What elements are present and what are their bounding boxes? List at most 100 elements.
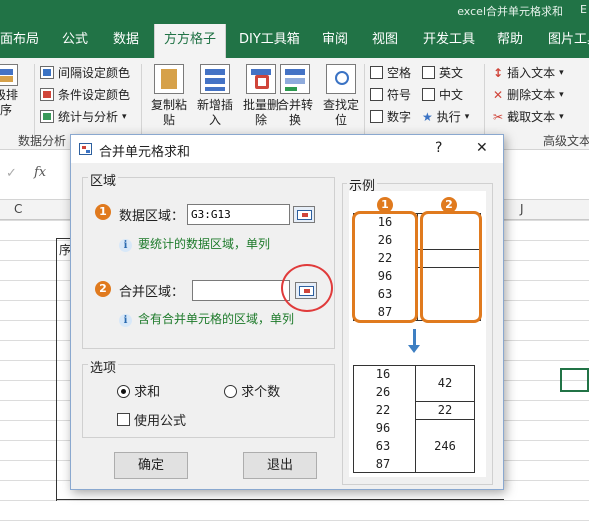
example-canvas: 16 26 22 96 63 87 1 2 16 26 22 96 63 87 … <box>349 191 486 477</box>
stats-analysis-button[interactable]: 统计与分析 ▾ <box>40 108 127 125</box>
chinese-checkbox[interactable] <box>422 88 435 101</box>
highlight-circle <box>281 264 333 312</box>
english-checkbox[interactable] <box>422 66 435 79</box>
step2-badge: 2 <box>95 281 111 297</box>
copy-paste-button[interactable]: 复制粘 贴 <box>146 64 192 128</box>
sum-radio-dot[interactable] <box>117 385 130 398</box>
options-legend: 选项 <box>88 357 119 376</box>
space-checkbox[interactable] <box>370 66 383 79</box>
extract-text-label: 截取文本 <box>507 110 556 124</box>
english-label: 英文 <box>439 66 464 80</box>
merge-convert-label-1: 合并转 <box>276 98 313 112</box>
example-value: 16 <box>375 367 391 381</box>
use-formula-box[interactable] <box>117 413 130 426</box>
sort-label-line1: 级排 <box>0 88 18 102</box>
count-radio-dot[interactable] <box>224 385 237 398</box>
copy-paste-label-2: 贴 <box>162 113 175 127</box>
ribbon-tabs: 面布局 公式 数据 方方格子 DIY工具箱 审阅 视图 开发工具 帮助 图片工具 <box>0 22 589 58</box>
delete-text-button[interactable]: ✕ 删除文本 ▾ <box>493 86 564 103</box>
arrow-head-icon <box>408 345 420 353</box>
cond-color-button[interactable]: 条件设定颜色 <box>40 86 130 103</box>
sort-button[interactable]: 级排 序 <box>0 64 24 118</box>
example-highlight-2 <box>420 211 482 323</box>
number-checkbox[interactable] <box>370 110 383 123</box>
example-highlight-1 <box>352 211 418 323</box>
tab-review[interactable]: 审阅 <box>322 22 348 58</box>
count-label: 求个数 <box>241 385 281 400</box>
check-mark-icon[interactable]: ✓ <box>6 166 17 181</box>
fx-icon[interactable]: fx <box>34 165 46 180</box>
tab-picture-tools[interactable]: 图片工具 <box>548 22 589 58</box>
find-locate-label-2: 位 <box>334 113 347 127</box>
interval-color-label: 间隔设定颜色 <box>58 66 131 80</box>
tab-formulas[interactable]: 公式 <box>62 22 88 58</box>
merge-region-hint-text: 含有合并单元格的区域，单列 <box>138 312 295 326</box>
interval-color-icon <box>40 66 54 79</box>
tab-developer[interactable]: 开发工具 <box>423 22 475 58</box>
insert-text-button[interactable]: ↕ 插入文本 ▾ <box>493 64 564 81</box>
insert-button[interactable]: 新增插 入 <box>192 64 238 128</box>
symbol-checkbox[interactable] <box>370 88 383 101</box>
check-symbol[interactable]: 符号 <box>370 86 411 103</box>
cond-color-icon <box>40 88 54 101</box>
tab-data[interactable]: 数据 <box>113 22 139 58</box>
example-value: 96 <box>375 421 391 435</box>
sum-label: 求和 <box>134 385 161 400</box>
tab-help[interactable]: 帮助 <box>497 22 523 58</box>
example-value: 87 <box>375 457 391 471</box>
example-result: 42 <box>437 376 453 390</box>
active-cell[interactable] <box>560 368 589 392</box>
extract-text-icon: ✂ <box>493 109 504 124</box>
extract-text-button[interactable]: ✂ 截取文本 ▾ <box>493 108 564 125</box>
sort-icon <box>0 64 18 86</box>
exit-button[interactable]: 退出 <box>243 452 317 479</box>
merge-sum-dialog: 合并单元格求和 ? ✕ 区域 1 数据区域： i 要统计的数据区域，单列 2 合并… <box>70 134 504 490</box>
star-icon: ★ <box>422 109 433 124</box>
tab-page-layout[interactable]: 面布局 <box>0 22 39 58</box>
example-merge-line <box>415 419 475 420</box>
count-radio[interactable]: 求个数 <box>224 381 280 400</box>
tab-diy-toolbox[interactable]: DIY工具箱 <box>239 22 300 58</box>
stats-label: 统计与分析 <box>58 110 119 124</box>
use-formula-checkbox[interactable]: 使用公式 <box>117 410 186 429</box>
example-result: 22 <box>437 403 453 417</box>
stats-icon <box>40 110 54 123</box>
column-header-j[interactable]: J <box>520 202 524 216</box>
dialog-title-bar: 合并单元格求和 ? ✕ <box>71 135 503 163</box>
symbol-label: 符号 <box>387 88 412 102</box>
window-title: excel合并单元格求和 <box>457 5 563 18</box>
cond-color-label: 条件设定颜色 <box>58 88 131 102</box>
example-result: 246 <box>434 439 456 453</box>
sort-label-line2: 序 <box>0 103 12 117</box>
merge-convert-button[interactable]: 合并转 换 <box>272 64 318 128</box>
tab-fangfang[interactable]: 方方格子 <box>154 24 227 58</box>
data-region-input[interactable] <box>187 204 290 225</box>
use-formula-label: 使用公式 <box>134 414 187 429</box>
help-button[interactable]: ? <box>435 140 442 156</box>
group-label-analysis: 数据分析 <box>18 134 67 148</box>
select-range-icon[interactable] <box>293 206 315 223</box>
execute-button[interactable]: ★ 执行 ▾ <box>422 108 469 125</box>
merge-region-input[interactable] <box>192 280 290 301</box>
sum-radio[interactable]: 求和 <box>117 381 160 400</box>
clipboard-icon <box>154 64 184 94</box>
window-title-tail: E <box>580 3 587 16</box>
check-english[interactable]: 英文 <box>422 64 463 81</box>
interval-color-button[interactable]: 间隔设定颜色 <box>40 64 130 81</box>
chevron-down-icon: ▾ <box>559 89 564 100</box>
close-button[interactable]: ✕ <box>476 140 488 156</box>
example-value: 26 <box>375 385 391 399</box>
check-number[interactable]: 数字 <box>370 108 411 125</box>
check-space[interactable]: 空格 <box>370 64 411 81</box>
tab-view[interactable]: 视图 <box>372 22 398 58</box>
chevron-down-icon: ▾ <box>122 111 127 122</box>
chevron-down-icon: ▾ <box>464 111 470 122</box>
insert-rows-icon <box>200 64 230 94</box>
insert-text-icon: ↕ <box>493 65 504 80</box>
info-icon: i <box>119 239 132 252</box>
find-locate-button[interactable]: 查找定 位 <box>318 64 364 128</box>
ok-button[interactable]: 确定 <box>114 452 188 479</box>
magnifier-icon <box>326 64 356 94</box>
check-chinese[interactable]: 中文 <box>422 86 463 103</box>
column-header-c[interactable]: C <box>14 202 22 216</box>
